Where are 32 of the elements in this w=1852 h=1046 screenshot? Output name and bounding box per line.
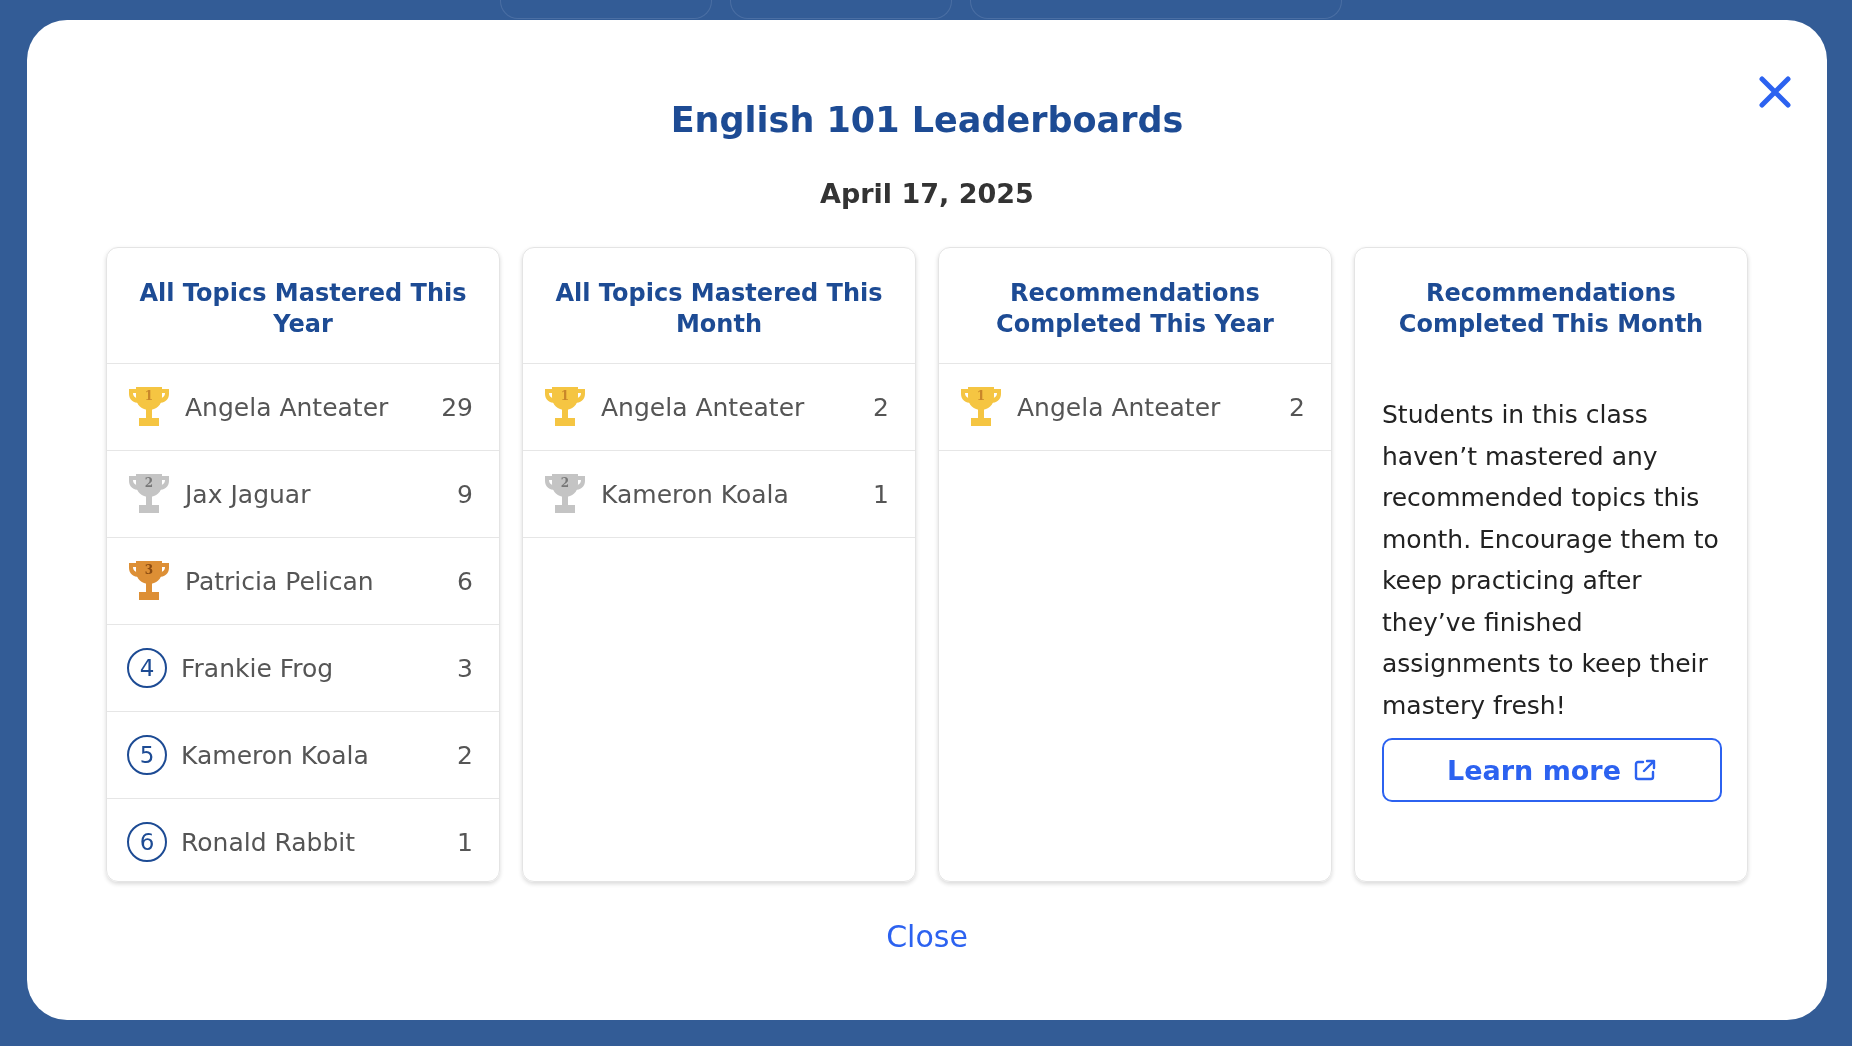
score-count: 6 (457, 566, 473, 596)
close-link[interactable]: Close (880, 918, 974, 955)
card-title: Recommendations Completed This Month (1397, 278, 1705, 340)
student-name: Kameron Koala (181, 740, 370, 770)
student-name: Patricia Pelican (185, 566, 375, 596)
empty-message: Students in this class haven’t mastered any recommended topics this month. Encourage them to keep practicing after they’ve finished assignments to keep their mastery fresh! (1382, 399, 1720, 722)
student-name: Angela Anteater (601, 392, 806, 422)
learn-more-button[interactable]: Learn more (1382, 738, 1722, 802)
score-count: 29 (441, 392, 473, 422)
score-count: 2 (1289, 392, 1305, 422)
student-name: Ronald Rabbit (181, 827, 357, 857)
student-name: Kameron Koala (601, 479, 790, 509)
score-count: 1 (457, 827, 473, 857)
date-label: April 17, 2025 (820, 178, 1034, 209)
rank-badge: 4 (127, 648, 167, 688)
score-count: 9 (457, 479, 473, 509)
student-name: Jax Jaguar (185, 479, 312, 509)
student-name: Angela Anteater (1017, 392, 1222, 422)
rank-badge: 6 (127, 822, 167, 862)
rank-badge: 5 (127, 735, 167, 775)
card-title: All Topics Mastered This Year (138, 278, 468, 340)
score-count: 2 (873, 392, 889, 422)
score-count: 1 (873, 479, 889, 509)
score-count: 3 (457, 653, 473, 683)
student-name: Angela Anteater (185, 392, 390, 422)
score-count: 2 (457, 740, 473, 770)
student-name: Frankie Frog (181, 653, 335, 683)
dialog-title: English 101 Leaderboards (670, 100, 1184, 140)
card-title: All Topics Mastered This Month (554, 278, 884, 340)
card-title: Recommendations Completed This Year (995, 278, 1275, 340)
external-link-icon (1633, 758, 1657, 782)
close-icon[interactable] (1758, 75, 1792, 109)
